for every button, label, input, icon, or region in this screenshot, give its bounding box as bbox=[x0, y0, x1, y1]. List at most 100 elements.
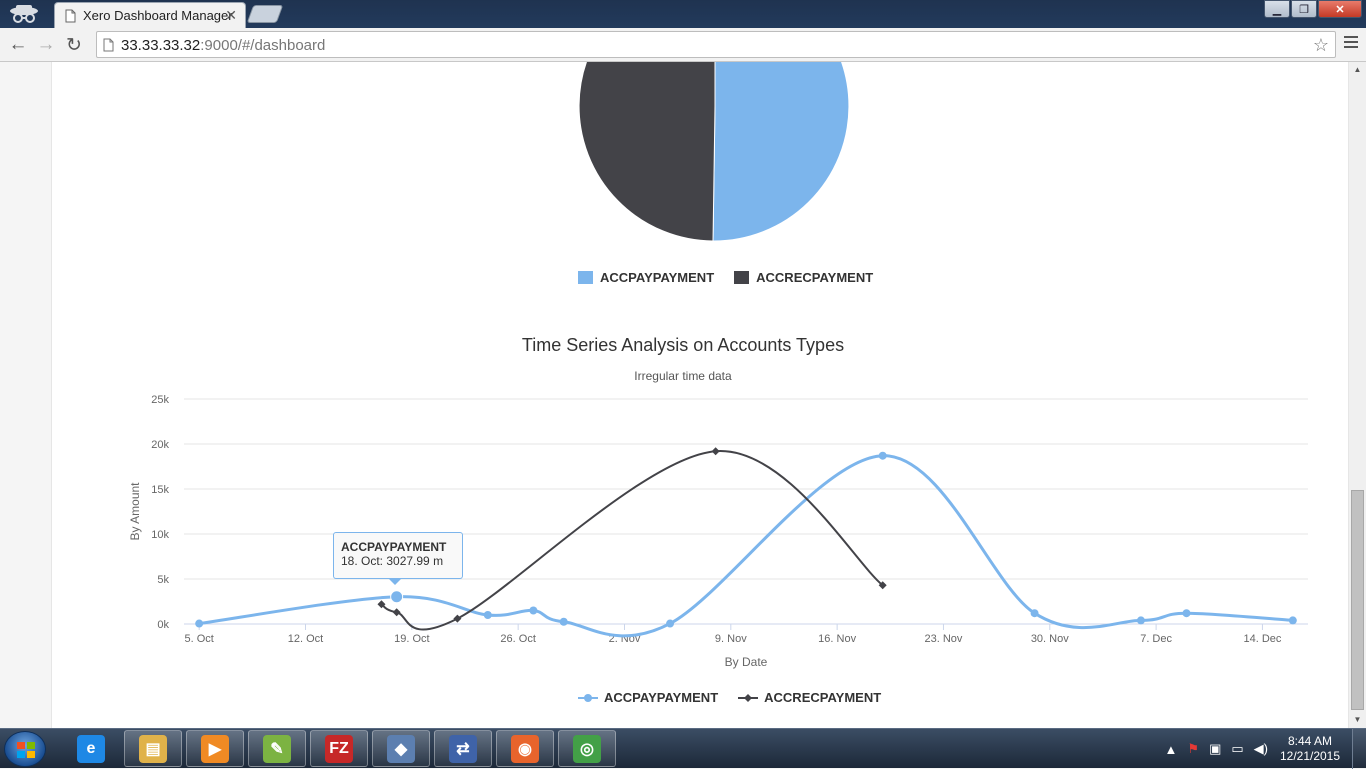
x-axis-title: By Date bbox=[725, 655, 768, 669]
taskbar-app-notepad-plus[interactable]: ✎ bbox=[248, 730, 306, 767]
clock-time: 8:44 AM bbox=[1287, 734, 1333, 748]
windows-taskbar: e ▤ ▶ ✎ FZ ◆ ⇄ ◉ ◎ ▲ ⚑ ▣ ▭ ◀) 8:44 AM 12/21/2015 bbox=[0, 728, 1366, 769]
x-tick-label: 19. Oct bbox=[394, 633, 429, 645]
media-player-icon: ▶ bbox=[201, 734, 229, 763]
x-tick-label: 23. Nov bbox=[924, 633, 962, 645]
legend-marker bbox=[578, 693, 598, 702]
data-point-accpaypayment[interactable] bbox=[666, 619, 675, 628]
y-tick-label: 25k bbox=[151, 394, 169, 406]
scroll-up-icon[interactable]: ▲ bbox=[1349, 62, 1366, 78]
legend-marker bbox=[738, 693, 759, 702]
x-tick-label: 16. Nov bbox=[818, 633, 856, 645]
data-point-accpaypayment[interactable] bbox=[1182, 609, 1191, 618]
internet-explorer-icon: e bbox=[77, 734, 105, 763]
line-chart: 0k 5k 10k 15k 20k 25k 5. Oct 12. Oct 19. Oct 26. … bbox=[128, 394, 1308, 669]
taskbar-app-internet-explorer[interactable]: e bbox=[62, 730, 120, 767]
hovered-data-point[interactable] bbox=[390, 590, 404, 604]
volume-icon[interactable]: ◀) bbox=[1254, 741, 1268, 757]
incognito-icon bbox=[10, 5, 38, 23]
new-tab-button[interactable] bbox=[246, 5, 284, 23]
clock-date: 12/21/2015 bbox=[1279, 749, 1341, 763]
x-tick-label: 26. Oct bbox=[500, 633, 535, 645]
data-point-accrecpayment[interactable] bbox=[453, 614, 462, 623]
start-button[interactable] bbox=[4, 731, 46, 767]
y-tick-label: 15k bbox=[151, 484, 169, 496]
firefox-icon: ◉ bbox=[511, 734, 539, 763]
y-tick-label: 5k bbox=[157, 574, 169, 586]
browser-titlebar: Xero Dashboard Manager ✕ ▁ ❐ ✕ bbox=[0, 0, 1366, 28]
tooltip-arrow bbox=[388, 578, 402, 585]
y-axis-title: By Amount bbox=[128, 482, 142, 541]
clock[interactable]: 8:44 AM 12/21/2015 bbox=[1278, 734, 1342, 764]
x-tick-label: 30. Nov bbox=[1031, 633, 1069, 645]
url-host: 33.33.33.32 bbox=[121, 37, 201, 54]
page-icon bbox=[103, 38, 114, 52]
line-legend: ACCPAYPAYMENT ACCRECPAYMENT bbox=[578, 690, 901, 705]
x-tick-label: 5. Oct bbox=[185, 633, 214, 645]
y-tick-label: 0k bbox=[157, 619, 169, 631]
line-legend-item-accrecpayment[interactable]: ACCRECPAYMENT bbox=[738, 690, 881, 705]
tooltip-text: 18. Oct: 3027.99 m bbox=[341, 554, 444, 568]
tab-close-icon[interactable]: ✕ bbox=[225, 7, 237, 24]
data-point-accpaypayment[interactable] bbox=[483, 611, 492, 619]
device-icon[interactable]: ▣ bbox=[1209, 741, 1221, 757]
data-point-accpaypayment[interactable] bbox=[1030, 609, 1039, 618]
browser-tab-active[interactable]: Xero Dashboard Manager ✕ bbox=[54, 2, 246, 28]
taskbar-app-media-player[interactable]: ▶ bbox=[186, 730, 244, 767]
scroll-down-icon[interactable]: ▼ bbox=[1349, 712, 1366, 728]
show-hidden-icons-icon[interactable]: ▲ bbox=[1165, 742, 1178, 757]
network-icon[interactable]: ▭ bbox=[1231, 741, 1243, 757]
system-tray: ▲ ⚑ ▣ ▭ ◀) 8:44 AM 12/21/2015 bbox=[1165, 729, 1366, 769]
tooltip-series: ACCPAYPAYMENT bbox=[341, 540, 447, 554]
filezilla-icon: FZ bbox=[325, 734, 353, 763]
close-window-button[interactable]: ✕ bbox=[1318, 0, 1362, 18]
chrome-menu-icon[interactable] bbox=[1344, 36, 1358, 51]
window-controls: ▁ ❐ ✕ bbox=[1263, 0, 1362, 20]
bookmark-star-icon[interactable]: ☆ bbox=[1313, 35, 1329, 56]
data-point-accrecpayment[interactable] bbox=[392, 608, 401, 617]
taskbar-app-chrome[interactable]: ◎ bbox=[558, 730, 616, 767]
mysql-workbench-icon: ◆ bbox=[387, 734, 415, 763]
minimize-button[interactable]: ▁ bbox=[1264, 0, 1290, 18]
data-point-accpaypayment[interactable] bbox=[878, 451, 887, 460]
taskbar-app-filezilla[interactable]: FZ bbox=[310, 730, 368, 767]
data-point-accpaypayment[interactable] bbox=[529, 606, 538, 615]
y-tick-label: 10k bbox=[151, 529, 169, 541]
taskbar-app-file-explorer[interactable]: ▤ bbox=[124, 730, 182, 767]
scrollbar-thumb[interactable] bbox=[1351, 490, 1364, 710]
taskbar-app-firefox[interactable]: ◉ bbox=[496, 730, 554, 767]
url-text: 33.33.33.32:9000/#/dashboard bbox=[121, 37, 325, 54]
data-point-accpaypayment[interactable] bbox=[1288, 616, 1297, 625]
network-app-icon: ⇄ bbox=[449, 734, 477, 763]
maximize-button[interactable]: ❐ bbox=[1291, 0, 1317, 18]
data-point-accpaypayment[interactable] bbox=[559, 617, 568, 626]
x-tick-label: 14. Dec bbox=[1243, 633, 1281, 645]
reload-button[interactable]: ↻ bbox=[62, 33, 86, 57]
tab-title: Xero Dashboard Manager bbox=[83, 8, 233, 23]
line-legend-item-accpaypayment[interactable]: ACCPAYPAYMENT bbox=[578, 690, 718, 705]
action-center-flag-icon[interactable]: ⚑ bbox=[1187, 741, 1199, 757]
y-tick-label: 20k bbox=[151, 439, 169, 451]
x-tick-label: 12. Oct bbox=[288, 633, 323, 645]
data-point-accpaypayment[interactable] bbox=[1136, 616, 1145, 625]
page-icon bbox=[65, 9, 76, 23]
taskbar-app-mysql-workbench[interactable]: ◆ bbox=[372, 730, 430, 767]
x-tick-label: 7. Dec bbox=[1140, 633, 1172, 645]
page-scrollbar[interactable]: ▲ ▼ bbox=[1349, 62, 1366, 728]
back-button[interactable]: ← bbox=[6, 33, 30, 57]
chart-tooltip: ACCPAYPAYMENT 18. Oct: 3027.99 m bbox=[333, 532, 463, 579]
file-explorer-icon: ▤ bbox=[139, 734, 167, 763]
data-point-accpaypayment[interactable] bbox=[195, 619, 204, 628]
forward-button[interactable]: → bbox=[34, 33, 58, 57]
page-viewport: ACCPAYPAYMENT ACCRECPAYMENT Time Series … bbox=[0, 62, 1366, 728]
taskbar-app-network-app[interactable]: ⇄ bbox=[434, 730, 492, 767]
address-bar[interactable]: 33.33.33.32:9000/#/dashboard ☆ bbox=[96, 31, 1336, 58]
x-tick-label: 9. Nov bbox=[715, 633, 747, 645]
show-desktop-button[interactable] bbox=[1352, 729, 1366, 769]
data-point-accrecpayment[interactable] bbox=[711, 447, 720, 456]
url-path: :9000/#/dashboard bbox=[200, 37, 326, 54]
windows-logo-icon bbox=[17, 742, 35, 758]
browser-toolbar: ← → ↻ 33.33.33.32:9000/#/dashboard ☆ bbox=[0, 28, 1366, 62]
notepad-plus-icon: ✎ bbox=[263, 734, 291, 763]
chrome-icon: ◎ bbox=[573, 734, 601, 763]
